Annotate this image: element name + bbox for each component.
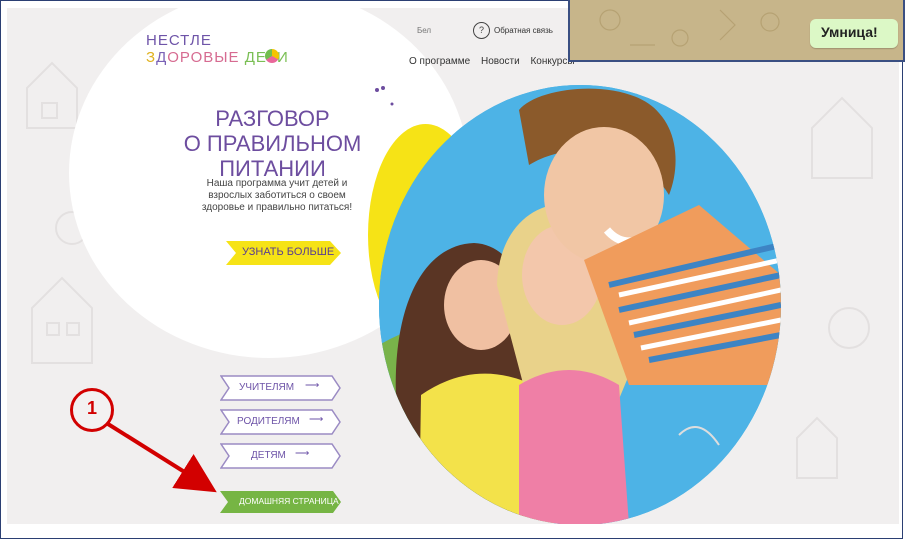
kids-label: ДЕТЯМ (251, 450, 286, 461)
main-nav: О программе Новости Конкурсы (409, 56, 583, 67)
hero-headline-line1: РАЗГОВОР (215, 106, 330, 131)
arrow-right-icon: ⟶ (295, 448, 310, 459)
arrow-right-icon: ⟶ (309, 414, 324, 425)
chat-overlay: Умница! (568, 0, 905, 62)
language-switch[interactable]: Бел (417, 26, 431, 35)
arrow-right-icon: ⟶ (305, 380, 320, 391)
nav-item-news[interactable]: Новости (481, 56, 520, 67)
hero-headline: РАЗГОВОР О ПРАВИЛЬНОМ ПИТАНИИ (135, 106, 410, 181)
help-icon[interactable]: ? (473, 22, 490, 39)
annotation-arrow (106, 422, 217, 493)
parents-label: РОДИТЕЛЯМ (237, 416, 300, 427)
step-number: 1 (86, 398, 97, 418)
hero-headline-line2: О ПРАВИЛЬНОМ ПИТАНИИ (183, 131, 362, 181)
children-photo (379, 85, 781, 524)
nav-item-about[interactable]: О программе (409, 56, 470, 67)
hero-description: Наша программа учит детей и взрослых заб… (201, 178, 353, 213)
feedback-link[interactable]: Обратная связь (494, 26, 553, 35)
children-illustration (379, 85, 781, 524)
chat-message-text: Умница! (821, 24, 878, 40)
learn-more-label: УЗНАТЬ БОЛЬШЕ (242, 246, 335, 258)
logo-line-1[interactable]: НЕСТЛЕ (146, 32, 212, 49)
home-page-label: ДОМАШНЯЯ СТРАНИЦА (239, 496, 339, 506)
teachers-label: УЧИТЕЛЯМ (239, 382, 295, 393)
logo-ball-icon (265, 49, 279, 63)
